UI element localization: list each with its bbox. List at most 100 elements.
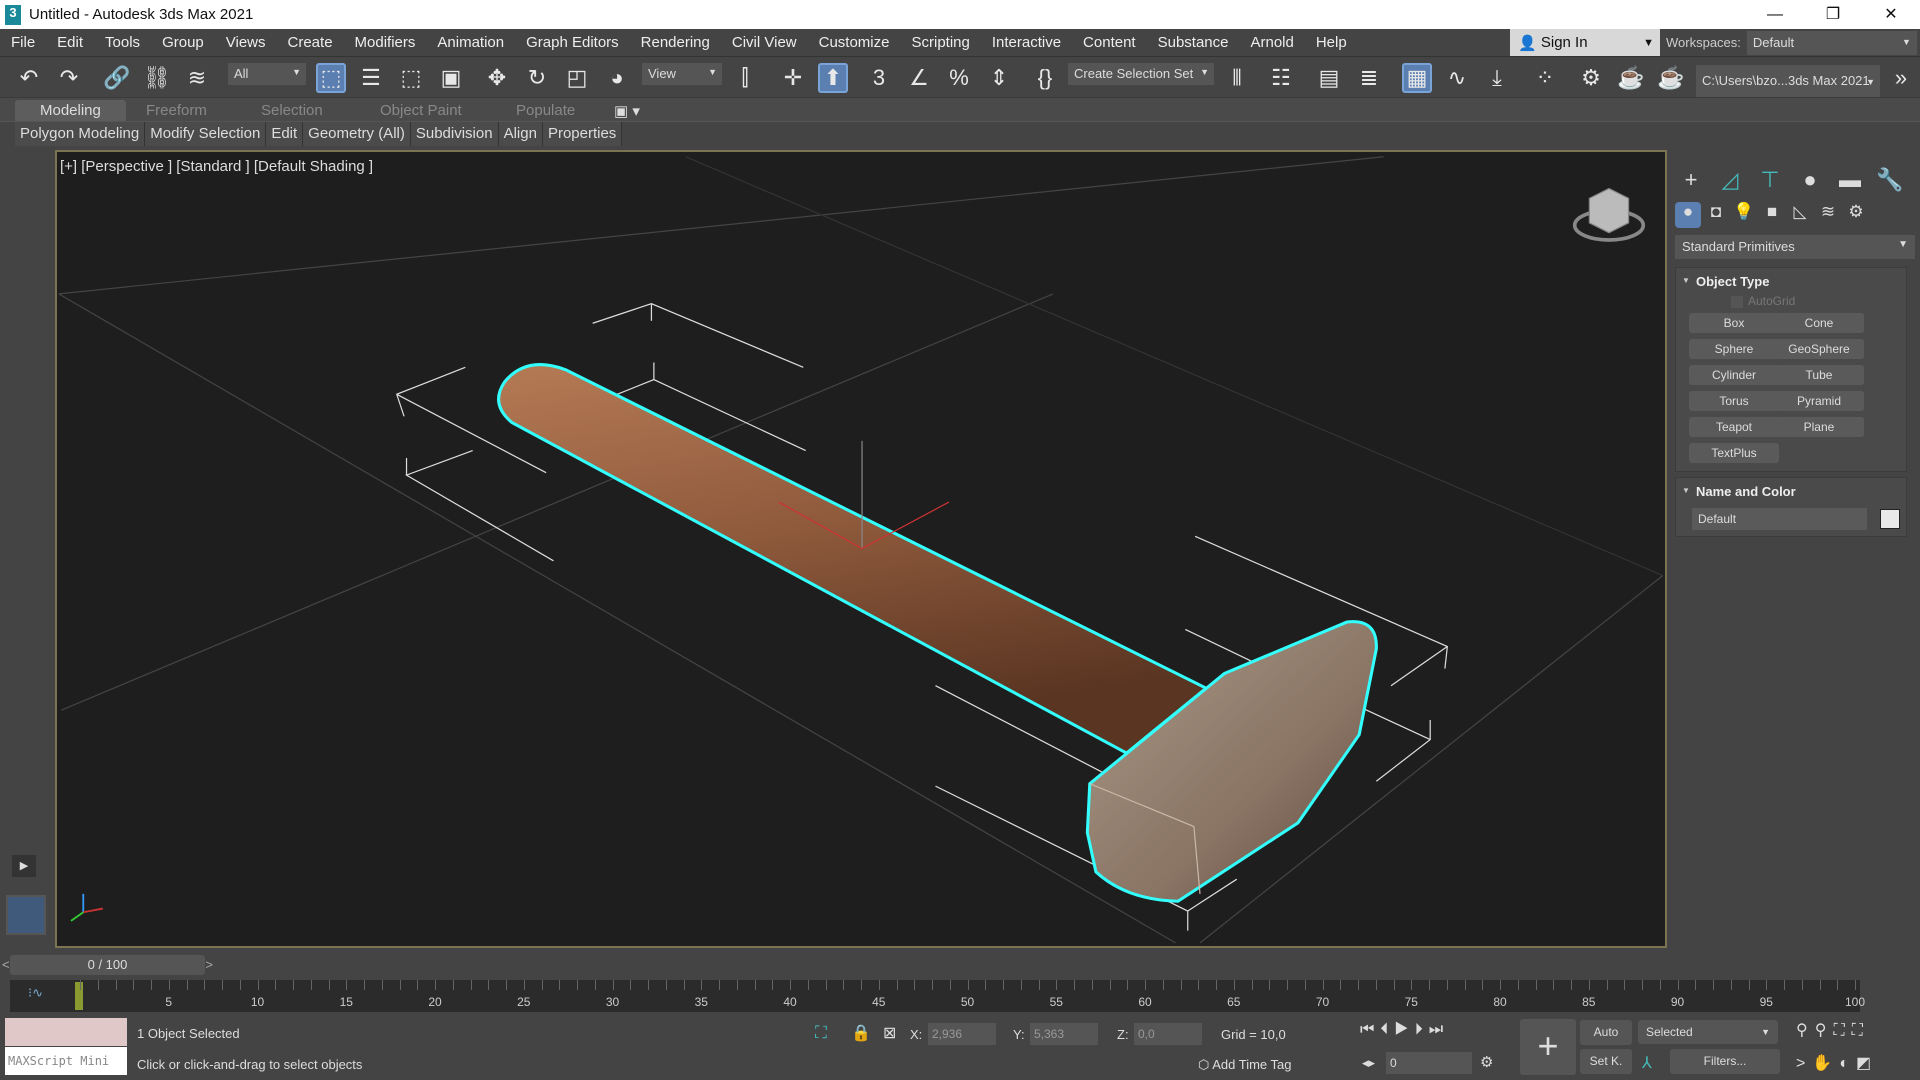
perspective-viewport[interactable] <box>55 150 1667 948</box>
menu-arnold[interactable]: Arnold <box>1239 34 1304 51</box>
tube-button[interactable]: Tube <box>1774 365 1864 385</box>
time-configuration-icon[interactable]: ⚙ <box>1480 1053 1493 1071</box>
rendered-frame-window-icon[interactable]: ☕ <box>1616 63 1646 93</box>
cone-button[interactable]: Cone <box>1774 313 1864 333</box>
set-key-button[interactable]: Set K. <box>1580 1049 1632 1074</box>
more-toolbar-icon[interactable]: » <box>1886 63 1916 93</box>
space-warps-icon[interactable]: ≋ <box>1815 202 1841 228</box>
schematic-view-icon[interactable]: ⁘ <box>1530 63 1560 93</box>
curve-editor-icon[interactable]: ∿ <box>1442 63 1472 93</box>
next-frame-button-icon[interactable]: ⏵ <box>1415 1021 1429 1038</box>
next-frame-icon[interactable]: > <box>205 955 213 975</box>
key-set-dropdown[interactable]: Selected ▼ <box>1638 1020 1778 1044</box>
redo-icon[interactable]: ↷ <box>54 63 84 93</box>
selection-filter-dropdown[interactable]: All <box>228 63 306 85</box>
menu-customize[interactable]: Customize <box>808 34 901 51</box>
object-type-title[interactable]: Object Type <box>1676 268 1906 295</box>
keyboard-shortcut-override-icon[interactable]: ⬆ <box>818 63 848 93</box>
time-slider[interactable]: <0 / 100 > <box>2 955 213 975</box>
ribbon-options-icon[interactable]: ▣ ▾ <box>614 100 640 122</box>
mirror-icon[interactable]: ⫴ <box>1222 63 1252 93</box>
object-category-dropdown[interactable]: Standard Primitives ▼ <box>1675 235 1915 259</box>
window-crossing-icon[interactable]: ▣ <box>436 63 466 93</box>
go-to-end-icon[interactable]: ⏭ <box>1429 1021 1449 1038</box>
pyramid-button[interactable]: Pyramid <box>1774 391 1864 411</box>
plane-button[interactable]: Plane <box>1774 417 1864 437</box>
minimize-button[interactable]: — <box>1746 0 1804 29</box>
select-object-icon[interactable]: ⬚ <box>316 63 346 93</box>
menu-animation[interactable]: Animation <box>426 34 515 51</box>
object-color-swatch[interactable] <box>1880 509 1900 529</box>
selection-lock-icon[interactable]: 🔒 <box>851 1023 871 1043</box>
scale-icon[interactable]: ◰ <box>562 63 592 93</box>
field-of-view-icon[interactable]: > <box>1796 1055 1812 1072</box>
motion-tab-icon[interactable]: ● <box>1792 167 1828 197</box>
sphere-button[interactable]: Sphere <box>1689 339 1779 359</box>
percent-snap-icon[interactable]: % <box>944 63 974 93</box>
orbit-icon[interactable]: ◐ <box>1839 1055 1856 1072</box>
menu-create[interactable]: Create <box>277 34 344 51</box>
move-icon[interactable]: ✥ <box>482 63 512 93</box>
textplus-button[interactable]: TextPlus <box>1689 443 1779 463</box>
ribbon-panel-subdivision[interactable]: Subdivision <box>410 122 499 146</box>
expand-viewport-layout-icon[interactable]: ▶ <box>12 855 36 877</box>
unlink-icon[interactable]: ⛓ <box>142 63 172 93</box>
menu-help[interactable]: Help <box>1305 34 1358 51</box>
menu-edit[interactable]: Edit <box>46 34 94 51</box>
torus-button[interactable]: Torus <box>1689 391 1779 411</box>
spinner-snap-icon[interactable]: ⇕ <box>984 63 1014 93</box>
key-filters-curve-icon[interactable]: ⅄ <box>1642 1053 1652 1073</box>
timeline-track[interactable]: 5 10 15 20 25 30 35 40 45 50 55 60 65 70 75 80 85 90 95 100 <box>10 980 1865 1012</box>
angle-snap-icon[interactable]: ∠ <box>904 63 934 93</box>
cameras-icon[interactable]: ■ <box>1759 202 1785 228</box>
zoom-extents-icon[interactable]: ⛶ <box>1833 1022 1851 1039</box>
select-by-name-icon[interactable]: ☰ <box>356 63 386 93</box>
close-button[interactable]: ✕ <box>1862 0 1920 29</box>
viewport-label[interactable]: [+] [Perspective ] [Standard ] [Default … <box>60 158 373 175</box>
rect-selection-icon[interactable]: ⬚ <box>396 63 426 93</box>
undo-icon[interactable]: ↶ <box>14 63 44 93</box>
shapes-icon[interactable]: ◘ <box>1703 202 1729 228</box>
menu-civil-view[interactable]: Civil View <box>721 34 808 51</box>
scene-explorer-icon[interactable]: ▤ <box>1314 63 1344 93</box>
absolute-mode-icon[interactable]: ⊠ <box>883 1023 896 1043</box>
time-cursor[interactable] <box>75 982 83 1010</box>
pivot-icon[interactable]: ⫿ <box>730 63 760 93</box>
rotate-icon[interactable]: ↻ <box>522 63 552 93</box>
maximize-button[interactable]: ❐ <box>1804 0 1862 29</box>
align-icon[interactable]: ☷ <box>1266 63 1296 93</box>
maximize-viewport-icon[interactable]: ◩ <box>1856 1055 1878 1072</box>
ribbon-panel-edit[interactable]: Edit <box>266 122 304 146</box>
ribbon-panel-properties[interactable]: Properties <box>542 122 623 146</box>
maxscript-listener-output[interactable] <box>5 1018 127 1046</box>
current-frame-field[interactable]: 0 <box>1386 1052 1472 1074</box>
manipulate-icon[interactable]: ✛ <box>778 63 808 93</box>
ribbon-tab-modeling[interactable]: Modeling <box>15 100 126 122</box>
hierarchy-tab-icon[interactable]: ⊤ <box>1752 167 1788 197</box>
named-selection-set-dropdown[interactable]: Create Selection Set <box>1068 63 1214 85</box>
menu-scripting[interactable]: Scripting <box>900 34 980 51</box>
ribbon-panel-modify-selection[interactable]: Modify Selection <box>145 122 267 146</box>
x-coordinate-field[interactable]: 2,936 <box>928 1023 996 1045</box>
ribbon-panel-polygon-modeling[interactable]: Polygon Modeling <box>15 122 146 146</box>
render-production-icon[interactable]: ☕ <box>1656 63 1686 93</box>
menu-file[interactable]: File <box>0 34 46 51</box>
utilities-tab-icon[interactable]: 🔧 <box>1872 167 1908 197</box>
name-and-color-title[interactable]: Name and Color <box>1676 478 1906 505</box>
object-name-input[interactable]: Default <box>1692 508 1867 530</box>
menu-modifiers[interactable]: Modifiers <box>344 34 427 51</box>
autogrid-checkbox[interactable]: AutoGrid <box>1731 294 1795 308</box>
workspace-dropdown[interactable]: Default ▼ <box>1746 30 1917 55</box>
bind-spacewarp-icon[interactable]: ≋ <box>182 63 212 93</box>
key-mode-icon[interactable]: ◂▸ <box>1362 1055 1375 1071</box>
zoom-icon[interactable]: ⚲ <box>1796 1022 1815 1039</box>
display-tab-icon[interactable]: ▬ <box>1832 167 1868 197</box>
ribbon-tab-freeform[interactable]: Freeform <box>146 100 207 122</box>
key-filters-button[interactable]: Filters... <box>1670 1049 1780 1074</box>
place-icon[interactable]: ◕ <box>602 63 632 93</box>
layer-explorer-icon[interactable]: ≣ <box>1354 63 1384 93</box>
zoom-all-icon[interactable]: ⚲ <box>1815 1022 1834 1039</box>
play-icon[interactable]: ▶ <box>1394 1021 1414 1038</box>
menu-graph-editors[interactable]: Graph Editors <box>515 34 630 51</box>
previous-frame-icon[interactable]: ⏴ <box>1380 1021 1394 1038</box>
